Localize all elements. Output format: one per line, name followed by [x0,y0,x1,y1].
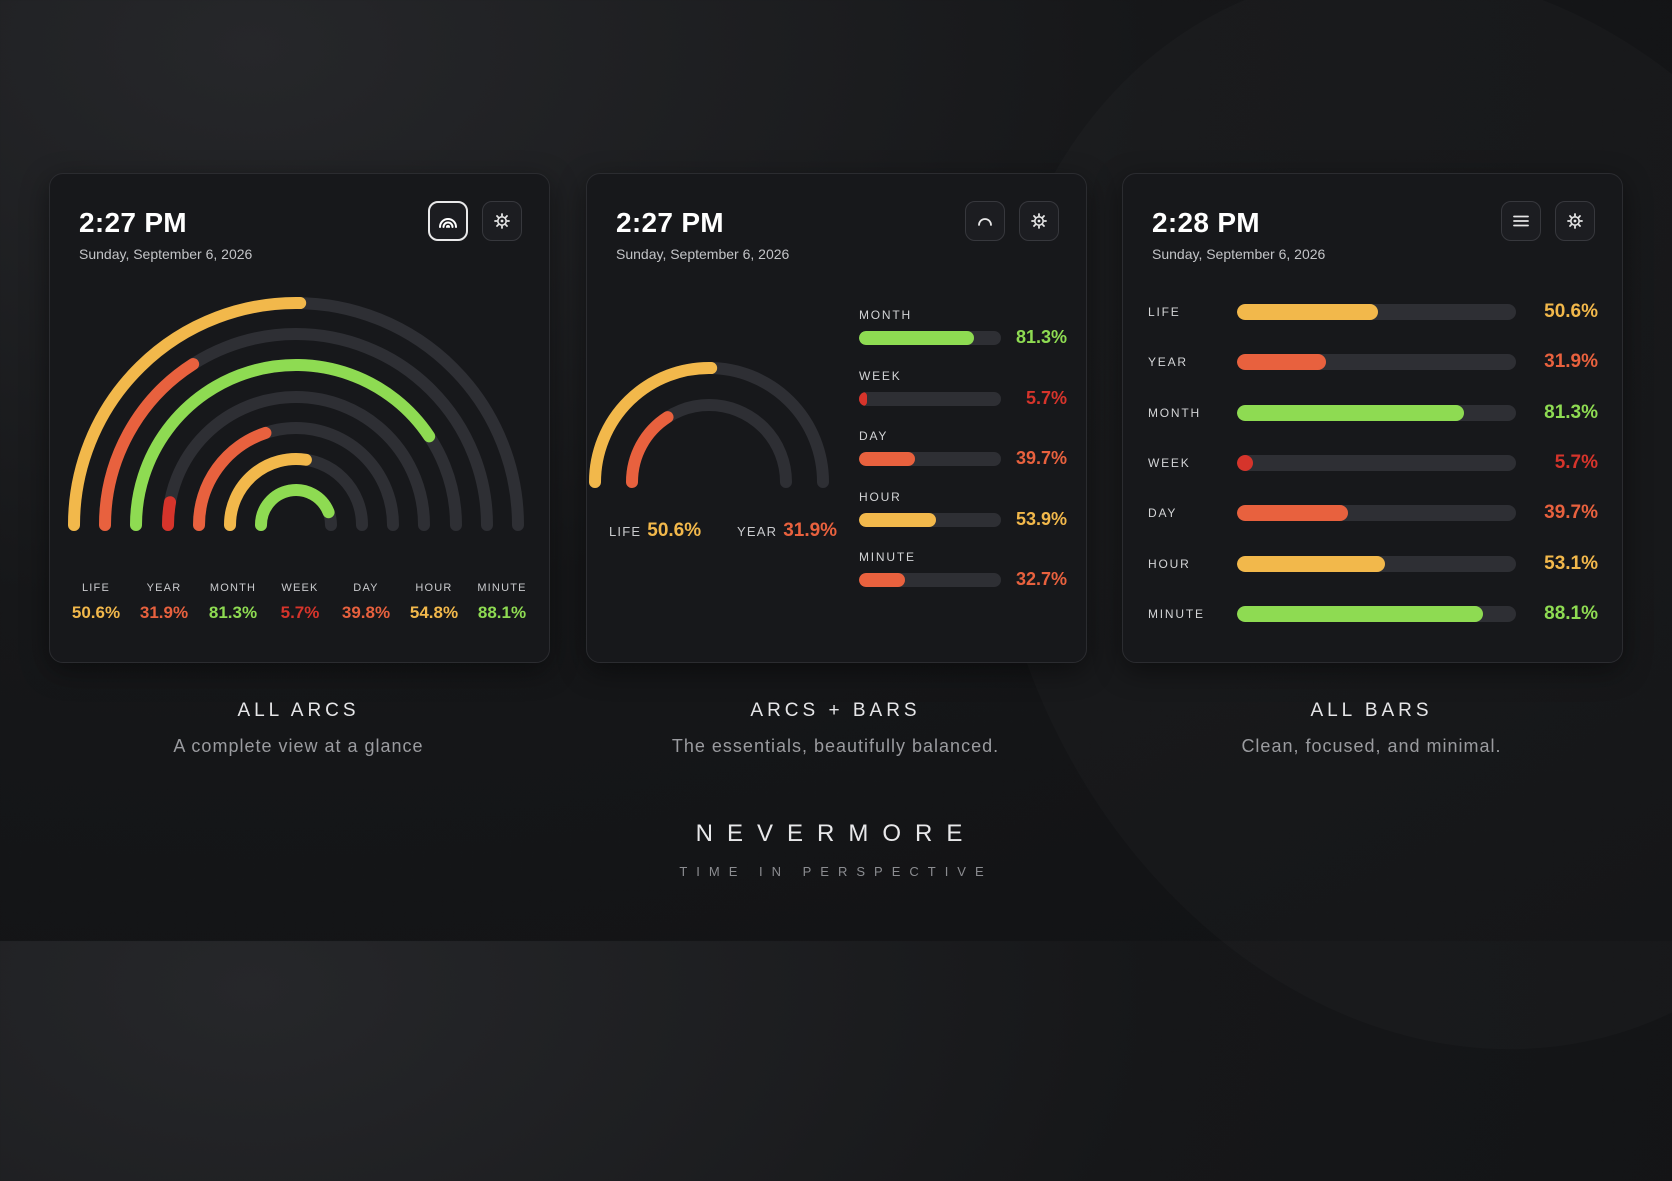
bar-label: DAY [1148,506,1178,521]
caption-title: ALL ARCS [237,700,360,721]
bar-track [1237,605,1516,622]
bar-fill [1237,454,1253,471]
bar-fill [1237,605,1483,622]
caption-subtitle: The essentials, beautifully balanced. [671,736,1000,756]
legend-value: 31.9% [783,520,838,541]
bar-fill [1237,505,1348,522]
bar-value: 32.7% [1015,569,1067,589]
bar-fill [1237,404,1464,421]
bar-label: MONTH [859,308,912,322]
bar-track [1237,404,1516,421]
caption-subtitle: A complete view at a glance [173,736,424,756]
bar-row-day: DAY 39.7% [859,429,1067,471]
bar-track [859,331,1001,345]
clock-time: 2:28 PM [1152,207,1260,238]
gear-icon [1567,213,1583,229]
bar-row-life: LIFE 50.6% [1148,301,1598,322]
card-all-bars: 2:28 PM Sunday, September 6, 2026 LIFE 50… [1122,173,1623,663]
caption-title: ALL BARS [1310,700,1433,721]
bar-fill [1237,354,1326,371]
legend-year: YEAR 31.9% [124,582,204,623]
legend-label: MINUTE [477,582,527,594]
bar-row-minute: MINUTE 88.1% [1148,602,1598,624]
legend-value: 88.1% [477,603,527,622]
bar-row-hour: HOUR 53.9% [859,490,1067,532]
bar-fill [859,391,868,406]
arc-fill-minute [255,484,335,531]
bar-row-day: DAY 39.7% [1148,502,1598,524]
bar-label: YEAR [1148,355,1188,370]
bar-fill [859,573,906,587]
brand-tagline: TIME IN PERSPECTIVE [679,864,993,879]
arc-fill-week [162,496,177,531]
arc-legend-life: LIFE 50.6% [609,520,701,542]
bar-row-minute: MINUTE 32.7% [859,550,1067,592]
bar-row-month: MONTH 81.3% [1148,401,1598,423]
bar-label: DAY [859,429,889,443]
bar-value: 53.1% [1544,552,1598,574]
bar-label: WEEK [859,368,902,383]
bar-value: 39.7% [1544,502,1598,524]
bar-value: 81.3% [1015,327,1067,347]
bar-track [859,512,1001,527]
legend-label: LIFE [609,524,642,539]
bar-value: 39.7% [1015,448,1067,468]
bar-value: 81.3% [1544,401,1598,423]
caption-subtitle: Clean, focused, and minimal. [1241,736,1502,756]
bar-value: 31.9% [1544,351,1598,373]
bar-track [1237,354,1516,371]
legend-minute: MINUTE 88.1% [462,582,542,623]
bar-row-week: WEEK 5.7% [859,369,1067,411]
bar-value: 5.7% [1025,387,1067,408]
settings-button[interactable] [1555,201,1595,241]
clock-date: Sunday, September 6, 2026 [1152,246,1326,262]
arc-fill-year [626,411,674,488]
bar-track [1237,505,1516,522]
bar-row-week: WEEK 5.7% [1148,451,1598,473]
legend-value: 50.6% [647,520,702,541]
bar-fill [1237,555,1386,572]
arc-track-month [130,359,462,531]
arc-legend-year: YEAR 31.9% [737,520,837,542]
bar-value: 5.7% [1554,451,1598,473]
arc-track-year [626,399,792,488]
bar-track [1237,454,1516,471]
bar-value: 50.6% [1544,301,1598,322]
bar-fill [859,331,975,345]
brand-name: NEVERMORE [695,820,977,847]
bar-label: HOUR [1148,556,1191,571]
legend-label: YEAR [737,524,778,539]
card-all-arcs: 2:27 PM Sunday, September 6, 2026 LIFE 50… [49,173,550,663]
list-icon [1513,215,1529,227]
bar-label: MINUTE [859,550,916,564]
bar-track [1237,304,1516,320]
bar-label: MONTH [1148,405,1201,420]
bar-track [859,391,1001,406]
legend-value: 31.9% [139,603,189,622]
bar-label: MINUTE [1148,606,1205,621]
card-arcs-bars: 2:27 PM Sunday, September 6, 2026 LIFE 50… [586,173,1087,663]
bar-row-hour: HOUR 53.1% [1148,552,1598,574]
bar-label: WEEK [1148,455,1191,470]
legend-label: YEAR [146,582,182,594]
bar-label: LIFE [1148,305,1181,319]
bar-row-month: MONTH 81.3% [859,308,1067,350]
bar-fill [1237,304,1379,320]
bar-fill [859,452,916,466]
bar-row-year: YEAR 31.9% [1148,351,1598,373]
bar-label: HOUR [859,489,902,504]
bar-value: 53.9% [1015,508,1067,529]
bar-value: 88.1% [1544,602,1598,624]
view-list-button[interactable] [1501,201,1541,241]
caption-title: ARCS + BARS [750,700,921,721]
bar-track [1237,555,1516,572]
bar-fill [859,512,936,527]
bar-track [859,573,1001,587]
bar-track [859,452,1001,466]
